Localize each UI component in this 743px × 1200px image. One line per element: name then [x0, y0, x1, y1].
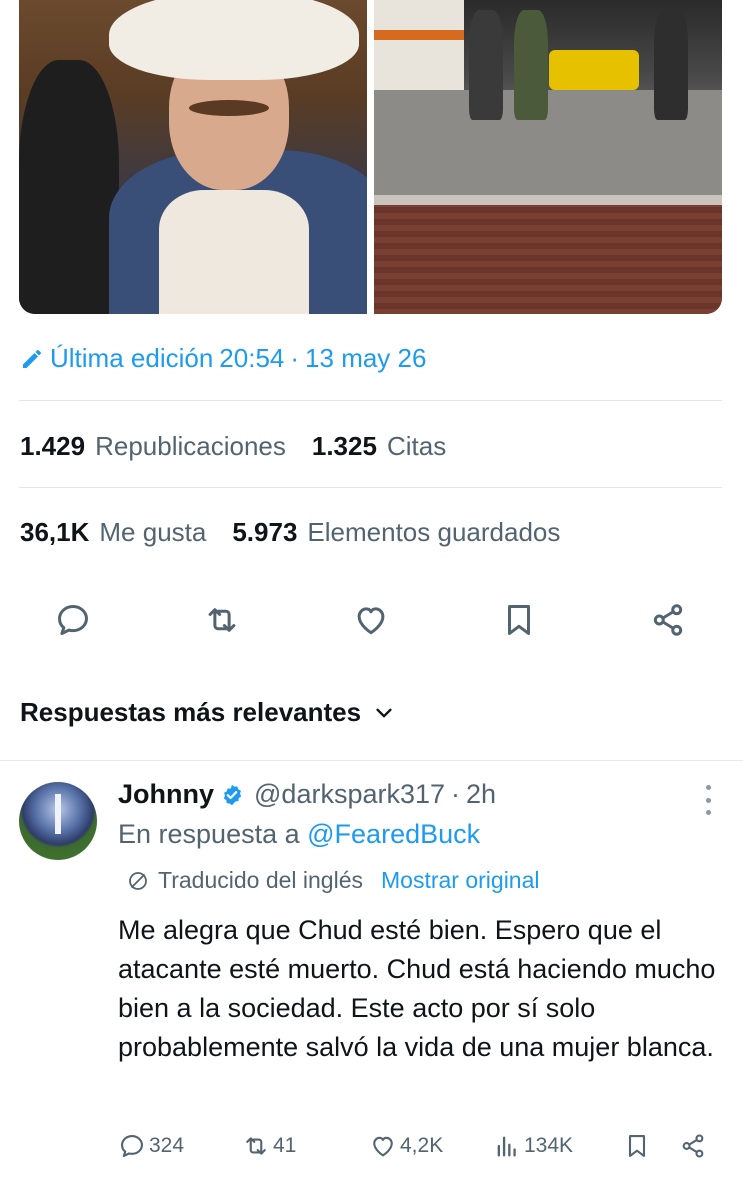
likes-count[interactable]: 36,1K: [20, 517, 89, 548]
edit-time: 20:54: [219, 343, 285, 373]
in-reply-label: En respuesta a: [118, 819, 300, 849]
reply-author-name[interactable]: Johnny: [118, 779, 214, 810]
photo-ambulance-scene[interactable]: [374, 0, 722, 314]
translation-bar: Traducido del inglés Mostrar original: [126, 867, 540, 894]
replies-sort-label: Respuestas más relevantes: [20, 697, 362, 727]
reposts-count[interactable]: 1.429: [20, 431, 85, 462]
edit-history-link[interactable]: Última edición 20:54 · 13 may 26: [20, 343, 426, 374]
like-icon: [357, 607, 384, 635]
divider: [0, 760, 743, 761]
reply-text: Me alegra que Chud esté bien. Espero que…: [118, 915, 716, 1062]
bookmark-button[interactable]: [499, 600, 539, 640]
reply-author-handle[interactable]: @darkspark317: [254, 779, 445, 810]
reply-action-bar: 324 41 4,2K 134K: [118, 1132, 718, 1160]
reply-retweet-button[interactable]: 41: [242, 1132, 369, 1160]
bookmark-icon: [508, 605, 531, 635]
verified-badge-icon: [223, 784, 242, 805]
stats-row-likes: 36,1K Me gusta 5.973 Elementos guardados: [20, 517, 586, 548]
photo-figure: [19, 60, 119, 314]
more-options-icon[interactable]: [703, 785, 713, 815]
retweet-button[interactable]: [202, 600, 242, 640]
reply-icon: [58, 605, 88, 635]
edit-separator: ·: [290, 343, 300, 373]
tweet-media: [19, 0, 722, 314]
quotes-count[interactable]: 1.325: [312, 431, 377, 462]
meta-separator: ·: [451, 779, 461, 809]
quotes-label[interactable]: Citas: [387, 431, 446, 462]
reply-timestamp[interactable]: 2h: [466, 779, 496, 810]
stats-row-reposts: 1.429 Republicaciones 1.325 Citas: [20, 431, 472, 462]
share-icon: [682, 1134, 704, 1158]
reply-bookmark-button[interactable]: [623, 1132, 679, 1160]
reply-views-button[interactable]: 134K: [493, 1132, 623, 1160]
divider: [19, 487, 722, 488]
tweet-action-bar: [19, 600, 722, 640]
like-button[interactable]: [351, 600, 391, 640]
edit-date: 13 may 26: [305, 343, 427, 373]
like-icon: [373, 1136, 393, 1157]
reply-item[interactable]: Johnny @darkspark317 · 2h En respuesta a…: [0, 775, 743, 1195]
repost-count: 41: [273, 1134, 297, 1157]
retweet-icon: [246, 1137, 266, 1155]
share-button[interactable]: [648, 600, 688, 640]
chevron-down-icon: [376, 708, 392, 717]
show-original-link[interactable]: Mostrar original: [381, 867, 540, 894]
views-count: 134K: [524, 1134, 574, 1157]
likes-label[interactable]: Me gusta: [99, 517, 206, 548]
reply-reply-button[interactable]: 324: [118, 1132, 242, 1160]
no-translate-icon: [129, 871, 147, 890]
reply-mention-link[interactable]: @FearedBuck: [307, 819, 480, 849]
in-reply-to: En respuesta a @FearedBuck: [118, 819, 480, 850]
bookmarks-count[interactable]: 5.973: [232, 517, 297, 548]
divider: [19, 400, 722, 401]
bookmark-icon: [628, 1135, 646, 1157]
views-icon: [497, 1136, 516, 1157]
reply-like-button[interactable]: 4,2K: [369, 1132, 493, 1160]
reply-icon: [121, 1135, 143, 1157]
bookmarks-label[interactable]: Elementos guardados: [307, 517, 560, 548]
pencil-icon: [23, 349, 41, 368]
reply-share-button[interactable]: [679, 1132, 709, 1160]
reply-button[interactable]: [53, 600, 93, 640]
reply-count: 324: [149, 1134, 185, 1157]
replies-sort-dropdown[interactable]: Respuestas más relevantes: [20, 697, 395, 728]
photo-cowboy[interactable]: [19, 0, 367, 314]
reposts-label[interactable]: Republicaciones: [95, 431, 286, 462]
translated-label: Traducido del inglés: [158, 867, 363, 893]
avatar[interactable]: [19, 782, 97, 860]
like-count: 4,2K: [400, 1134, 444, 1157]
share-icon: [653, 604, 683, 636]
retweet-icon: [208, 608, 236, 632]
reply-header: Johnny @darkspark317 · 2h: [118, 779, 496, 810]
edit-label: Última edición: [50, 343, 214, 373]
